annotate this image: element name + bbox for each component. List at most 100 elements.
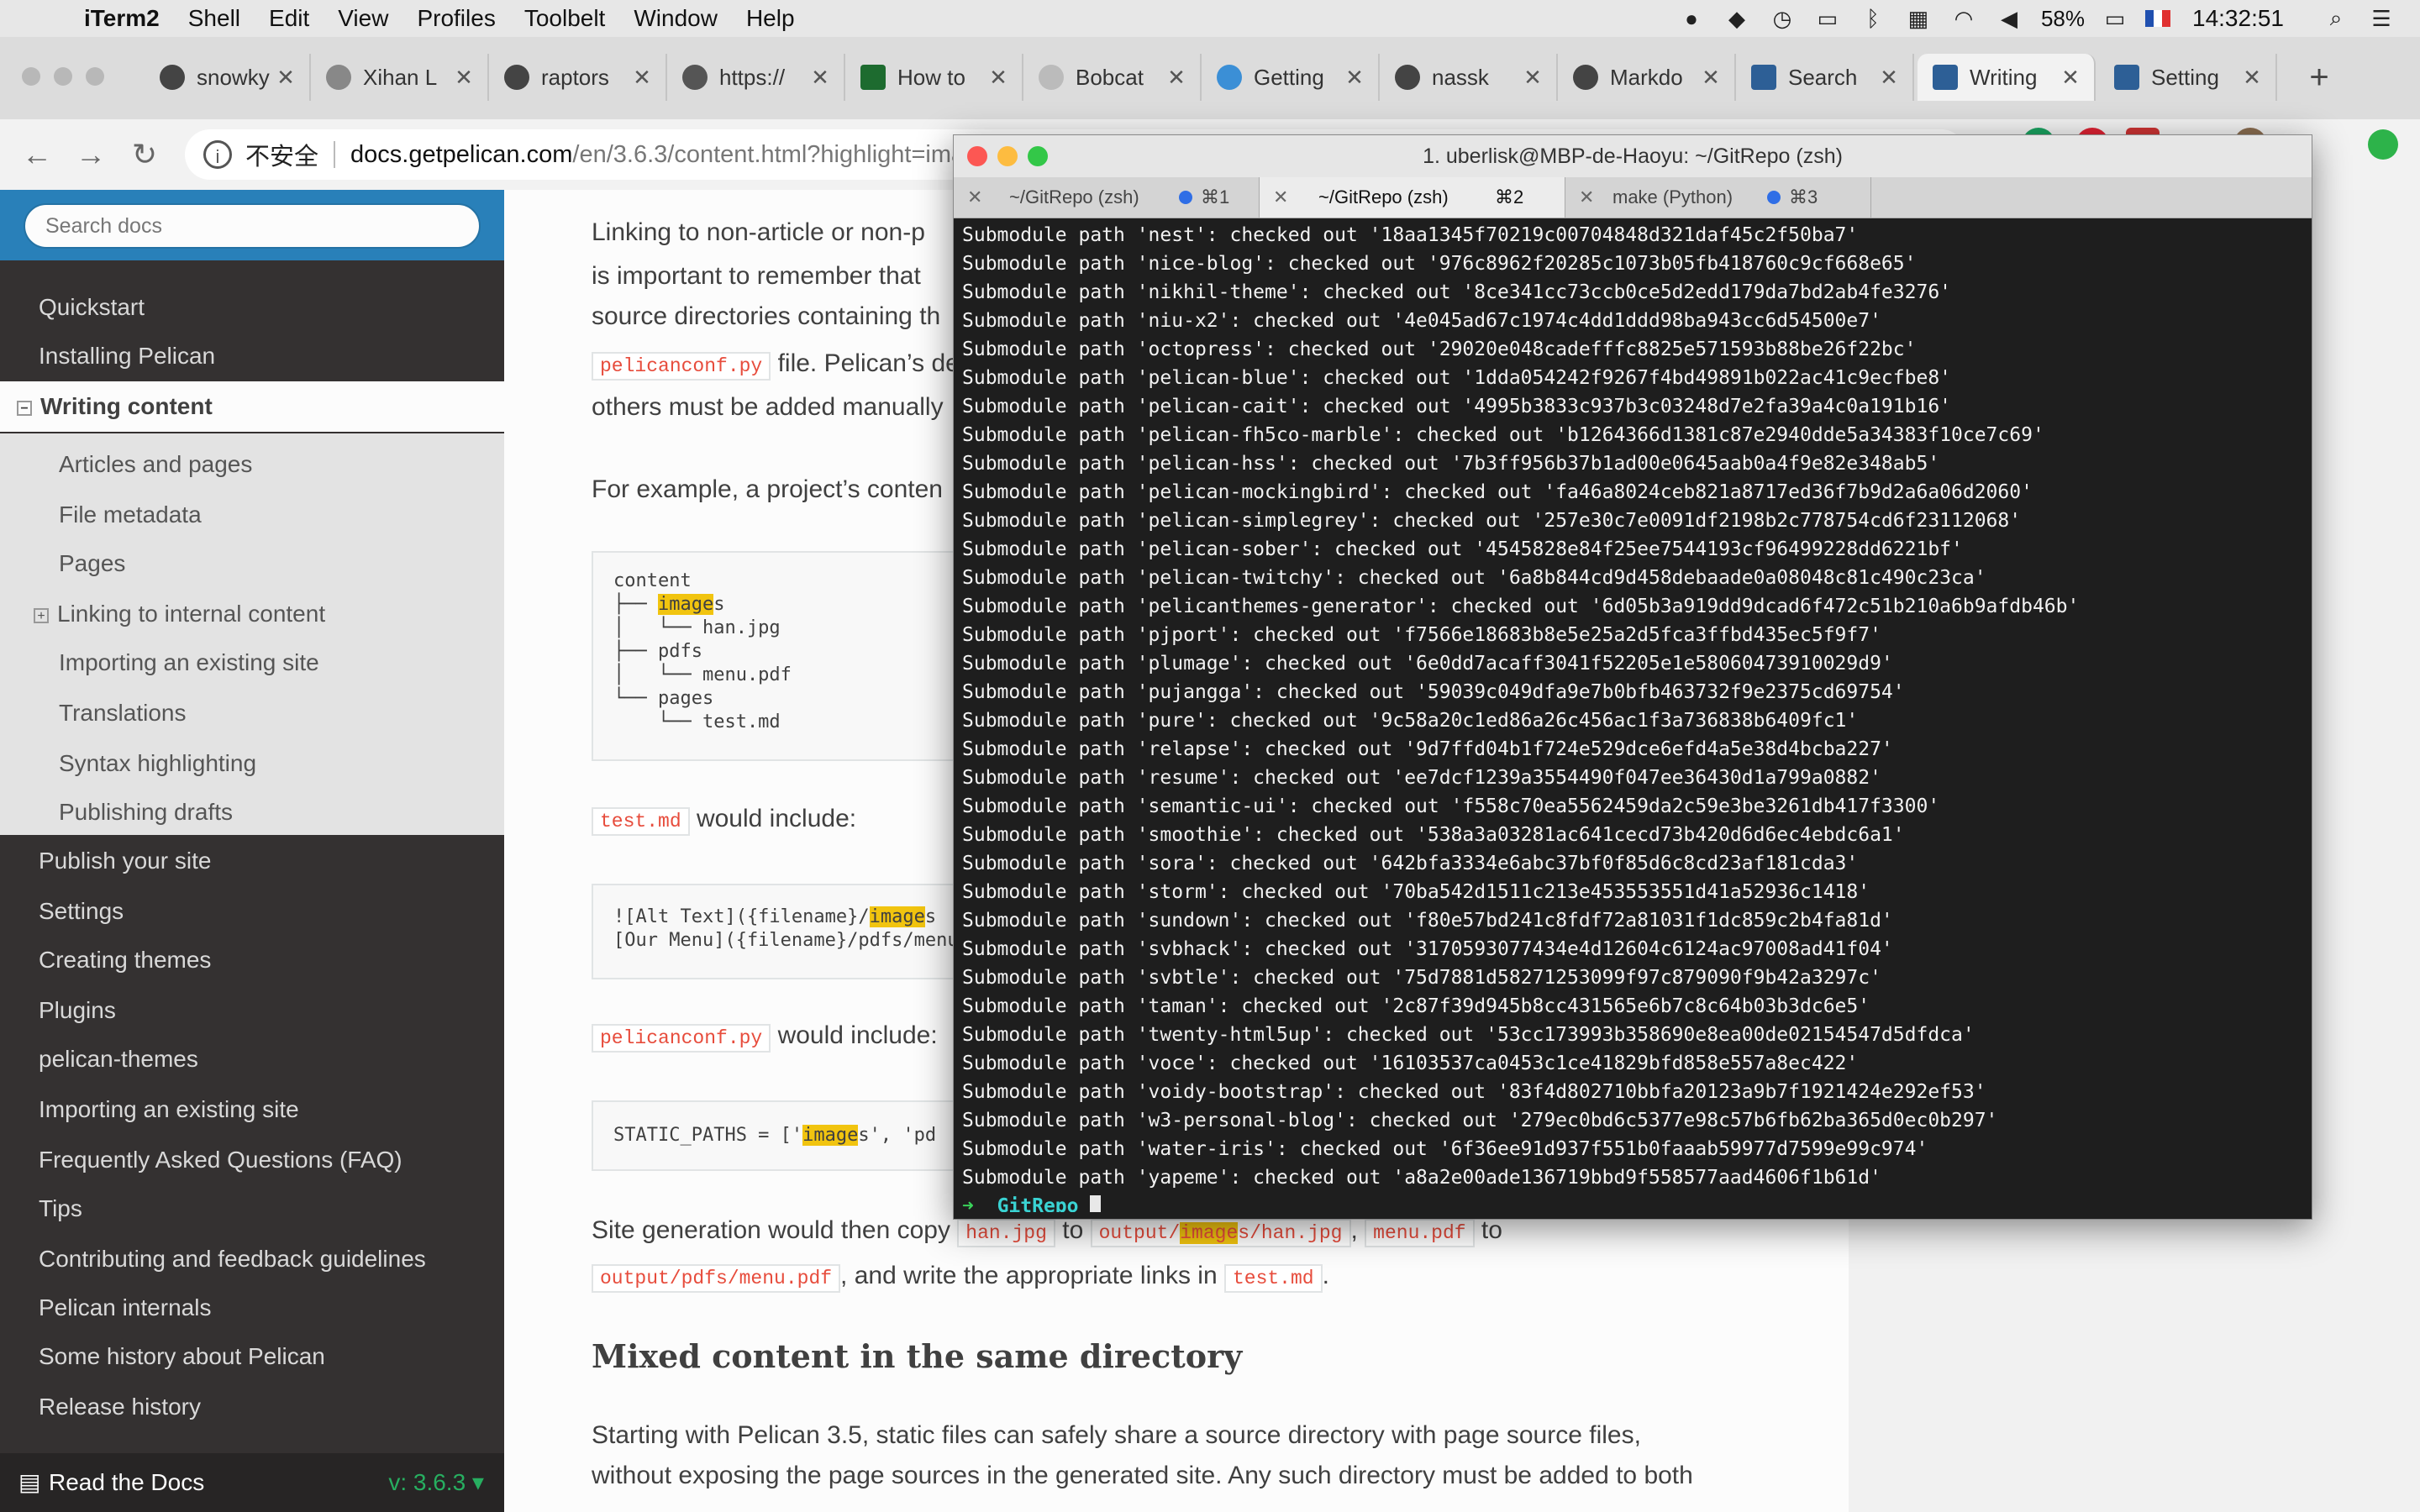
browser-tab[interactable]: Search ✕	[1736, 54, 1914, 101]
volume-icon[interactable]: ◀	[1994, 6, 2024, 31]
terminal-line: Submodule path 'svbhack': checked out '3…	[962, 938, 1893, 960]
search-docs-input[interactable]: Search docs	[24, 203, 481, 249]
browser-tab[interactable]: Bobcat ✕	[1023, 54, 1202, 101]
nav-articles-and-pages[interactable]: Articles and pages	[0, 440, 504, 489]
menu-help[interactable]: Help	[746, 5, 795, 32]
spotlight-search-icon[interactable]: ⌕	[2321, 5, 2351, 30]
iterm-tab-active[interactable]: ✕ ~/GitRepo (zsh) ⌘2	[1260, 177, 1565, 218]
browser-tab[interactable]: Getting ✕	[1202, 54, 1380, 101]
nav-publish-your-site[interactable]: Publish your site	[0, 837, 504, 885]
menu-window[interactable]: Window	[634, 5, 718, 32]
nav-release-history[interactable]: Release history	[0, 1383, 504, 1431]
collapse-icon[interactable]: −	[17, 400, 32, 416]
tab-close-icon[interactable]: ✕	[1165, 65, 1188, 91]
browser-tab-active[interactable]: Writing ✕	[1918, 54, 2096, 101]
terminal-line: Submodule path 'pelican-twitchy': checke…	[962, 567, 1986, 589]
nav-faq[interactable]: Frequently Asked Questions (FAQ)	[0, 1136, 504, 1184]
security-status[interactable]: 不安全	[245, 137, 318, 172]
browser-minimize-button[interactable]	[54, 67, 72, 86]
dropbox-icon[interactable]: ◆	[1722, 6, 1752, 31]
nav-linking-internal-content[interactable]: + Linking to internal content	[0, 590, 504, 638]
menu-app-name[interactable]: iTerm2	[84, 5, 160, 32]
nav-plugins[interactable]: Plugins	[0, 986, 504, 1035]
reload-icon[interactable]: ↻	[124, 134, 165, 175]
read-the-docs-bar[interactable]: ▤ Read the Docs v: 3.6.3 ▾	[0, 1453, 504, 1512]
nav-syntax-highlighting[interactable]: Syntax highlighting	[0, 739, 504, 788]
paragraph: test.md would include:	[592, 805, 856, 836]
tab-close-icon[interactable]: ✕	[1877, 65, 1901, 91]
nav-file-metadata[interactable]: File metadata	[0, 491, 504, 539]
menu-profiles[interactable]: Profiles	[417, 5, 495, 32]
tab-close-icon[interactable]: ✕	[2240, 65, 2264, 91]
tab-close-icon[interactable]: ✕	[630, 65, 654, 91]
nav-pelican-themes[interactable]: pelican-themes	[0, 1035, 504, 1084]
nav-writing-content[interactable]: − Writing content	[0, 381, 504, 432]
nav-quickstart[interactable]: Quickstart	[0, 283, 504, 332]
iterm-titlebar[interactable]: 1. uberlisk@MBP-de-Haoyu: ~/GitRepo (zsh…	[954, 135, 2312, 177]
browser-tab[interactable]: nassk ✕	[1380, 54, 1558, 101]
menu-toolbelt[interactable]: Toolbelt	[524, 5, 606, 32]
nav-history[interactable]: Some history about Pelican	[0, 1332, 504, 1381]
nav-publishing-drafts[interactable]: Publishing drafts	[0, 788, 504, 837]
bluetooth-icon[interactable]: ᛒ	[1858, 6, 1888, 31]
nav-importing-existing-site-2[interactable]: Importing an existing site	[0, 1085, 504, 1134]
browser-zoom-button[interactable]	[86, 67, 104, 86]
battery-percent[interactable]: 58%	[2041, 6, 2085, 32]
notification-center-icon[interactable]: ☰	[2366, 6, 2396, 31]
keyboard-icon[interactable]: ▦	[1903, 6, 1933, 31]
nav-pages[interactable]: Pages	[0, 539, 504, 588]
nav-importing-existing-site[interactable]: Importing an existing site	[0, 638, 504, 687]
input-source-flag-icon[interactable]	[2145, 10, 2170, 27]
browser-tab[interactable]: https://✕	[667, 54, 845, 101]
tab-close-icon[interactable]: ✕	[274, 65, 297, 91]
terminal-line: Submodule path 'pelicanthemes-generator'…	[962, 596, 2080, 617]
back-arrow-icon[interactable]: ←	[17, 134, 57, 175]
info-icon[interactable]: i	[203, 140, 232, 169]
menu-shell[interactable]: Shell	[188, 5, 240, 32]
new-tab-plus-icon[interactable]: +	[2296, 54, 2343, 101]
forward-arrow-icon[interactable]: →	[71, 134, 111, 175]
tab-close-icon[interactable]: ✕	[1521, 65, 1544, 91]
nav-creating-themes[interactable]: Creating themes	[0, 936, 504, 984]
tab-close-icon[interactable]: ✕	[2059, 65, 2082, 91]
tab-close-icon[interactable]: ✕	[452, 65, 476, 91]
nav-installing-pelican[interactable]: Installing Pelican	[0, 332, 504, 381]
iterm-tab[interactable]: ✕ ~/GitRepo (zsh) ⌘1	[954, 177, 1260, 218]
battery-icon[interactable]: ▭	[2100, 6, 2130, 31]
wifi-icon[interactable]: ◠	[1949, 6, 1979, 31]
tab-close-icon[interactable]: ✕	[1579, 177, 1594, 218]
browser-tab[interactable]: Xihan L ✕	[311, 54, 489, 101]
terminal-output[interactable]: Submodule path 'nest': checked out '18aa…	[962, 221, 2307, 1212]
browser-close-button[interactable]	[22, 67, 40, 86]
tab-close-icon[interactable]: ✕	[808, 65, 832, 91]
record-icon[interactable]: ●	[1676, 6, 1707, 31]
tab-close-icon[interactable]: ✕	[967, 177, 982, 218]
airplay-icon[interactable]: ▭	[1812, 6, 1843, 31]
iterm-tab[interactable]: ✕ make (Python) ⌘3	[1565, 177, 1871, 218]
version-selector[interactable]: v: 3.6.3 ▾	[388, 1453, 484, 1512]
window-zoom-button[interactable]	[1028, 146, 1048, 166]
window-minimize-button[interactable]	[997, 146, 1018, 166]
tab-close-icon[interactable]: ✕	[1699, 65, 1723, 91]
menubar-clock[interactable]: 14:32:51	[2192, 5, 2284, 32]
browser-tab[interactable]: How to ✕	[845, 54, 1023, 101]
tab-close-icon[interactable]: ✕	[986, 65, 1010, 91]
browser-tab[interactable]: snowky ✕	[145, 54, 311, 101]
tab-close-icon[interactable]: ✕	[1343, 65, 1366, 91]
window-close-button[interactable]	[967, 146, 987, 166]
nav-contributing[interactable]: Contributing and feedback guidelines	[0, 1235, 504, 1284]
menu-edit[interactable]: Edit	[269, 5, 309, 32]
tab-close-icon[interactable]: ✕	[1273, 177, 1288, 218]
browser-tab[interactable]: raptors ✕	[489, 54, 667, 101]
nav-tips[interactable]: Tips	[0, 1184, 504, 1233]
nav-translations[interactable]: Translations	[0, 689, 504, 738]
browser-tab[interactable]: Setting ✕	[2099, 54, 2277, 101]
time-machine-icon[interactable]: ◷	[1767, 6, 1797, 31]
menu-view[interactable]: View	[338, 5, 388, 32]
expand-icon[interactable]: +	[34, 607, 49, 623]
browser-tab[interactable]: Markdo ✕	[1558, 54, 1736, 101]
nav-pelican-internals[interactable]: Pelican internals	[0, 1284, 504, 1332]
update-icon[interactable]	[2368, 129, 2398, 160]
docs-favicon-icon	[1751, 65, 1776, 90]
nav-settings[interactable]: Settings	[0, 887, 504, 936]
